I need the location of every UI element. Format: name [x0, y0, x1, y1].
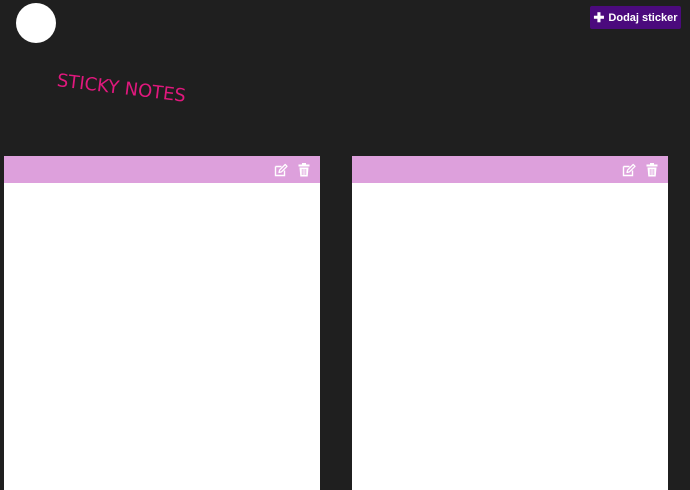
sticky-note	[4, 156, 320, 490]
add-sticker-label: Dodaj sticker	[608, 11, 678, 24]
note-toolbar	[273, 162, 311, 177]
note-body[interactable]	[352, 183, 668, 490]
page: ✚ Dodaj sticker STICKY NOTES	[0, 0, 690, 490]
trash-icon[interactable]	[296, 162, 311, 177]
avatar[interactable]	[16, 3, 56, 43]
trash-icon[interactable]	[644, 162, 659, 177]
note-header	[352, 156, 668, 183]
note-header	[4, 156, 320, 183]
sticky-note	[352, 156, 668, 490]
edit-icon[interactable]	[621, 162, 636, 177]
note-body[interactable]	[4, 183, 320, 490]
note-toolbar	[621, 162, 659, 177]
page-title: STICKY NOTES	[55, 70, 187, 107]
edit-icon[interactable]	[273, 162, 288, 177]
add-sticker-button[interactable]: ✚ Dodaj sticker	[590, 6, 681, 29]
plus-icon: ✚	[593, 10, 605, 25]
